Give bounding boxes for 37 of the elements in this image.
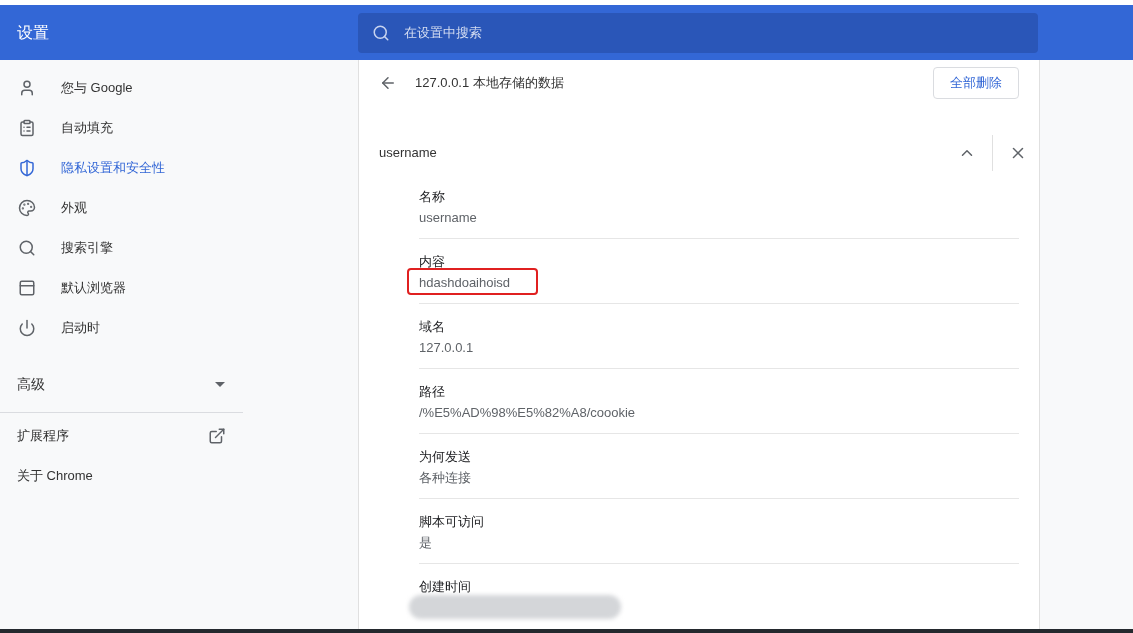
sidebar-item[interactable]: 隐私设置和安全性 <box>0 148 358 188</box>
clipboard-icon <box>18 119 36 137</box>
shield-icon <box>18 159 36 177</box>
sidebar-item[interactable]: 启动时 <box>0 308 358 348</box>
field-label: 域名 <box>419 319 445 334</box>
search-icon <box>18 239 36 257</box>
field-value: hdashdoaihoisd <box>419 275 511 290</box>
field-value: /%E5%AD%98%E5%82%A8/coookie <box>419 405 636 420</box>
section-title: 127.0.0.1 本地存储的数据 <box>415 74 565 93</box>
search-field[interactable]: 在设置中搜索 <box>358 12 1038 53</box>
sidebar-item[interactable]: 自动填充 <box>0 108 358 148</box>
caret-icon <box>215 381 225 387</box>
field-value: 是 <box>419 535 432 550</box>
sidebar-item[interactable]: 外观 <box>0 188 358 228</box>
field-value: 各种连接 <box>419 470 471 485</box>
field-value: username <box>419 210 477 225</box>
page-title: 设置 <box>17 22 49 42</box>
sidebar-link[interactable]: 关于 Chrome <box>0 456 243 496</box>
sidebar-item[interactable]: 默认浏览器 <box>0 268 358 308</box>
sidebar-item[interactable]: 您与 Google <box>0 68 358 108</box>
delete-all-button[interactable]: 全部删除 <box>933 67 1019 99</box>
field-label: 内容 <box>419 254 445 269</box>
sidebar-item[interactable]: 搜索引擎 <box>0 228 358 268</box>
field-label: 路径 <box>419 384 445 399</box>
field-value: 127.0.0.1 <box>419 340 474 355</box>
palette-icon <box>18 199 36 217</box>
cookie-name: username <box>379 144 438 163</box>
field-label: 为何发送 <box>419 449 471 464</box>
field-label: 创建时间 <box>419 579 471 594</box>
field-label: 名称 <box>419 189 445 204</box>
power-icon <box>18 319 36 337</box>
search-icon <box>372 23 390 42</box>
browser-window-icon <box>18 279 36 297</box>
field-label: 脚本可访问 <box>419 514 484 529</box>
sidebar-link[interactable]: 扩展程序 <box>0 416 243 456</box>
advanced-toggle[interactable]: 高级 <box>0 356 243 412</box>
person-icon <box>18 79 36 97</box>
